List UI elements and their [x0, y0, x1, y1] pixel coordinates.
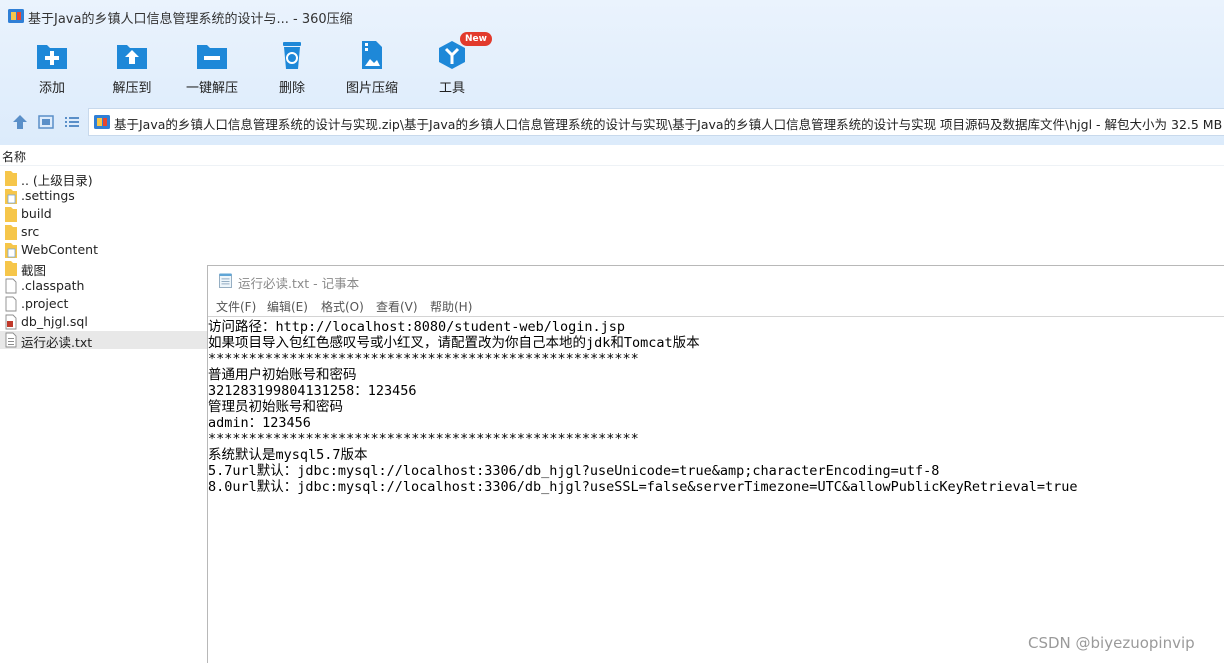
image-compress-button[interactable]: 图片压缩: [327, 36, 417, 98]
notepad-text-area[interactable]: 访问路径：http://localhost:8080/student-web/l…: [208, 316, 1224, 663]
file-row-project[interactable]: .project: [0, 295, 210, 313]
sql-file-icon: [5, 314, 17, 330]
path-field[interactable]: 基于Java的乡镇人口信息管理系统的设计与实现.zip\基于Java的乡镇人口信…: [88, 108, 1224, 136]
column-name-header[interactable]: 名称: [2, 148, 26, 165]
file-row-webcontent[interactable]: WebContent: [0, 241, 210, 259]
add-icon: [37, 45, 67, 69]
extract-to-label: 解压到: [112, 81, 152, 96]
archive-app-icon: [8, 9, 24, 23]
text-line: 普通用户初始账号和密码: [208, 367, 357, 383]
file-row-build[interactable]: build: [0, 205, 210, 223]
file-name: src: [21, 224, 40, 239]
folder-icon: [5, 225, 17, 240]
notepad-window: 运行必读.txt - 记事本 文件(F) 编辑(E) 格式(O) 查看(V) 帮…: [207, 265, 1224, 663]
text-line: admin：123456: [208, 415, 311, 431]
folder-icon: [5, 171, 17, 186]
file-row-parent[interactable]: .. (上级目录): [0, 169, 210, 188]
file-row-sql[interactable]: db_hjgl.sql: [0, 313, 210, 331]
tools-label: 工具: [438, 81, 465, 96]
file-row-readme[interactable]: 运行必读.txt: [0, 331, 210, 350]
title-bar: 基于Java的乡镇人口信息管理系统的设计与... - 360压缩: [0, 0, 1224, 32]
extract-to-button[interactable]: 解压到: [87, 36, 177, 98]
archiver-header: 基于Java的乡镇人口信息管理系统的设计与... - 360压缩 添加 解压到 …: [0, 0, 1224, 145]
file-list: .. (上级目录) .settings build src WebContent…: [0, 169, 210, 350]
text-line: 访问路径：http://localhost:8080/student-web/l…: [208, 319, 625, 335]
menu-view[interactable]: 查看(V): [376, 298, 418, 315]
folder-icon: [5, 261, 17, 276]
file-row-src[interactable]: src: [0, 223, 210, 241]
archive-icon: [94, 115, 110, 129]
watermark: CSDN @biyezuopinvip: [1028, 634, 1195, 652]
text-line: 如果项目导入包红色感叹号或小红叉，请配置改为你自己本地的jdk和Tomcat版本: [208, 335, 700, 351]
file-name: build: [21, 206, 52, 221]
menu-help[interactable]: 帮助(H): [430, 298, 472, 315]
file-name: .classpath: [21, 278, 85, 293]
text-line: ****************************************…: [208, 351, 639, 367]
text-line: 5.7url默认：jdbc:mysql://localhost:3306/db_…: [208, 463, 940, 479]
path-text: 基于Java的乡镇人口信息管理系统的设计与实现.zip\基于Java的乡镇人口信…: [114, 117, 1223, 132]
file-row-settings[interactable]: .settings: [0, 187, 210, 205]
menu-file[interactable]: 文件(F): [216, 298, 256, 315]
image-compress-icon: [362, 41, 382, 69]
folder-icon: [5, 243, 17, 258]
file-icon: [5, 278, 17, 294]
text-line: ****************************************…: [208, 431, 639, 447]
thumbnail-view-icon[interactable]: [37, 113, 55, 131]
file-name: .project: [21, 296, 69, 311]
file-row-classpath[interactable]: .classpath: [0, 277, 210, 295]
window-title: 基于Java的乡镇人口信息管理系统的设计与... - 360压缩: [28, 12, 353, 27]
extract-to-icon: [117, 45, 147, 69]
text-line: 8.0url默认：jdbc:mysql://localhost:3306/db_…: [208, 479, 1078, 495]
file-row-screenshots[interactable]: 截图: [0, 259, 210, 278]
menu-edit[interactable]: 编辑(E): [267, 298, 308, 315]
notepad-icon: [219, 273, 232, 288]
add-button[interactable]: 添加: [7, 36, 97, 98]
list-view-icon[interactable]: [63, 113, 81, 131]
delete-button[interactable]: 删除: [247, 36, 337, 98]
path-bar: 基于Java的乡镇人口信息管理系统的设计与实现.zip\基于Java的乡镇人口信…: [0, 106, 1224, 138]
text-line: 321283199804131258：123456: [208, 383, 417, 399]
notepad-title-bar: 运行必读.txt - 记事本: [208, 266, 1224, 294]
text-file-icon: [5, 332, 17, 348]
notepad-title: 运行必读.txt - 记事本: [238, 276, 360, 291]
file-name: .settings: [21, 188, 75, 203]
delete-label: 删除: [278, 81, 305, 96]
text-line: 系统默认是mysql5.7版本: [208, 447, 368, 463]
tools-button[interactable]: New 工具: [407, 32, 497, 98]
folder-icon: [5, 189, 17, 204]
file-name: 运行必读.txt: [21, 335, 93, 350]
folder-icon: [5, 207, 17, 222]
list-header: 名称: [0, 146, 1224, 166]
image-compress-label: 图片压缩: [345, 81, 398, 96]
text-line: 管理员初始账号和密码: [208, 399, 343, 415]
up-arrow-icon[interactable]: [11, 113, 29, 131]
menu-format[interactable]: 格式(O): [321, 298, 364, 315]
add-label: 添加: [38, 81, 65, 96]
file-icon: [5, 296, 17, 312]
file-name: WebContent: [21, 242, 98, 257]
one-click-extract-button[interactable]: 一键解压: [167, 36, 257, 98]
one-click-extract-icon: [197, 45, 227, 69]
file-name: db_hjgl.sql: [21, 314, 88, 329]
delete-icon: [283, 42, 301, 69]
one-click-extract-label: 一键解压: [185, 81, 238, 96]
new-badge: New: [460, 32, 492, 46]
notepad-menu-bar: 文件(F) 编辑(E) 格式(O) 查看(V) 帮助(H): [208, 296, 1224, 316]
